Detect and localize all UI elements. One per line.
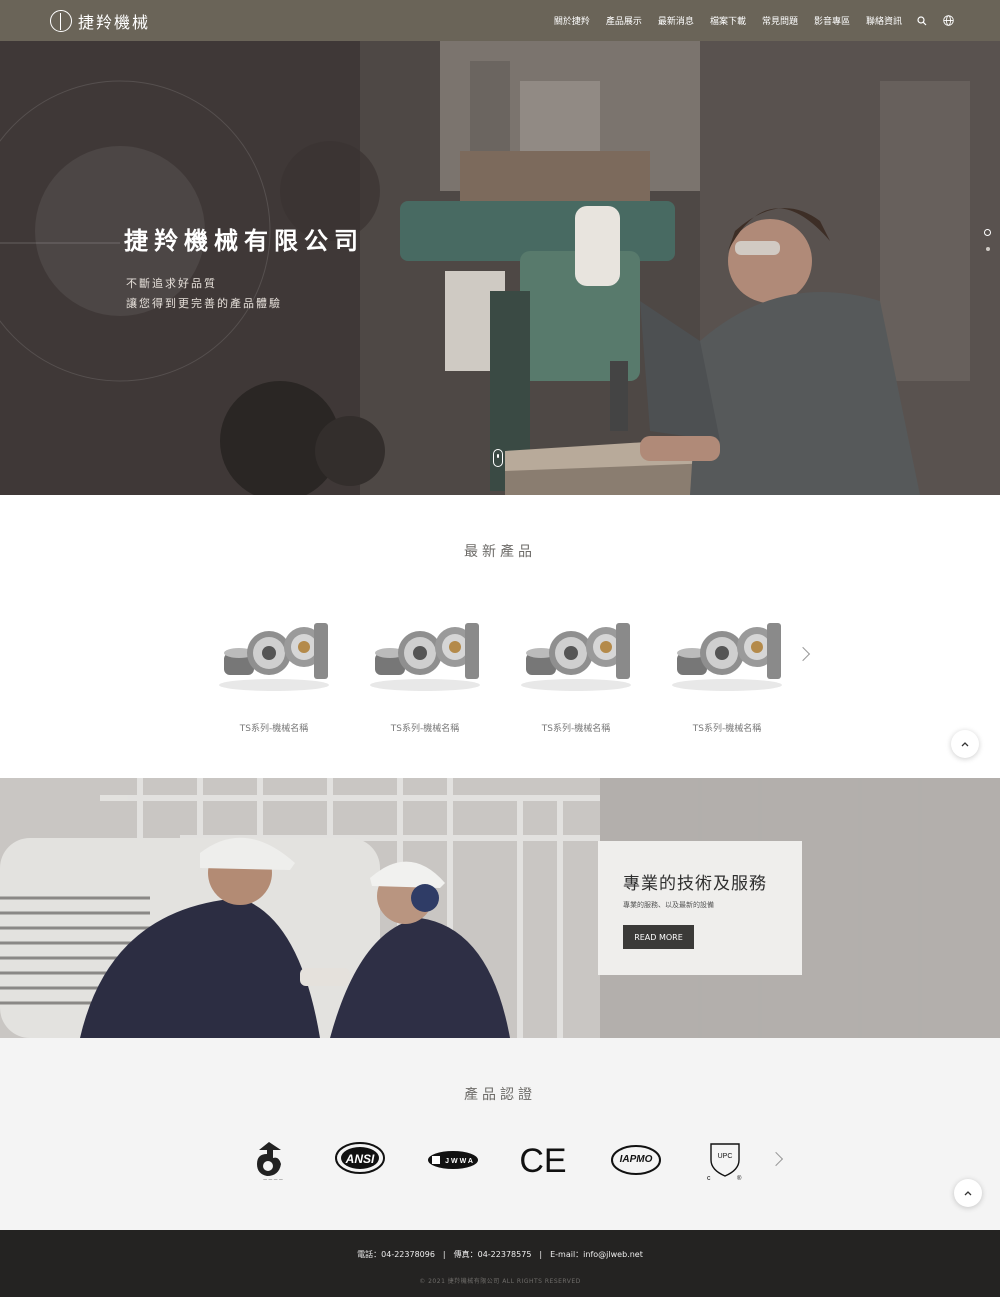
site-header: 捷羚機械 關於捷羚 產品展示 最新消息 檔案下載 常見問題 影音專區 聯絡資訊 (0, 0, 1000, 41)
nav-item-about[interactable]: 關於捷羚 (554, 14, 590, 27)
svg-text:— — — —: — — — — (263, 1177, 283, 1182)
product-image (672, 623, 782, 691)
hero-banner: 捷羚機械有限公司 不斷追求好品質 讓您得到更完善的產品體驗 (0, 41, 1000, 495)
svg-text:JWWA: JWWA (445, 1158, 475, 1165)
footer-contact-info: 電話：04-22378096 | 傳真：04-22378575 | E-mail… (357, 1250, 643, 1259)
hero-subtitle-line-2: 讓您得到更完善的產品體驗 (126, 297, 282, 310)
brand-name: 捷羚機械 (78, 13, 151, 32)
back-to-top-button[interactable] (954, 1179, 982, 1207)
slide-dot-active[interactable] (984, 229, 991, 236)
cert-jwwa-logo: JWWA (425, 1138, 481, 1182)
product-image (370, 623, 480, 691)
nav-item-news[interactable]: 最新消息 (658, 14, 694, 27)
svg-text:ANSI: ANSI (345, 1152, 375, 1166)
search-icon[interactable] (916, 15, 928, 27)
nav-item-products[interactable]: 產品展示 (606, 14, 642, 27)
cert-ansi-logo: ANSI (332, 1138, 388, 1182)
nav-item-contact[interactable]: 聯絡資訊 (866, 14, 902, 27)
nav-item-videos[interactable]: 影音專區 (814, 14, 850, 27)
footer-copyright: © 2021 捷羚機械有限公司 ALL RIGHTS RESERVED (419, 1278, 581, 1285)
nav-item-faq[interactable]: 常見問題 (762, 14, 798, 27)
svg-text:®: ® (737, 1175, 742, 1182)
product-card[interactable]: TS系列-機械名稱 (214, 615, 334, 734)
cert-ce-logo: CE (515, 1138, 571, 1182)
product-card[interactable]: TS系列-機械名稱 (365, 615, 485, 734)
site-logo[interactable]: 捷羚機械 (50, 9, 150, 33)
product-name: TS系列-機械名稱 (692, 724, 762, 734)
products-next-arrow-icon[interactable] (795, 646, 811, 662)
scroll-down-icon[interactable] (493, 449, 503, 467)
cert-iapmo-logo: IAPMO (608, 1138, 664, 1182)
hero-background-image (0, 41, 1000, 495)
chevron-up-icon (964, 1191, 972, 1196)
hero-title: 捷羚機械有限公司 (124, 227, 364, 255)
product-card[interactable]: TS系列-機械名稱 (516, 615, 636, 734)
certs-next-arrow-icon[interactable] (768, 1151, 784, 1167)
service-background-image (0, 778, 1000, 1038)
back-to-top-button[interactable] (951, 730, 979, 758)
read-more-button[interactable]: READ MORE (623, 925, 694, 949)
svg-text:c: c (707, 1175, 711, 1182)
product-name: TS系列-機械名稱 (390, 724, 460, 734)
product-card[interactable]: TS系列-機械名稱 (667, 615, 787, 734)
svg-text:UPC: UPC (718, 1153, 733, 1160)
hero-subtitle-line-1: 不斷追求好品質 (126, 277, 217, 290)
service-card: 專業的技術及服務 專業的服務、以及最新的設備 READ MORE (598, 841, 802, 975)
product-image (521, 623, 631, 691)
product-name: TS系列-機械名稱 (239, 724, 309, 734)
site-footer: 電話：04-22378096 | 傳真：04-22378575 | E-mail… (0, 1230, 1000, 1297)
main-nav: 關於捷羚 產品展示 最新消息 檔案下載 常見問題 影音專區 聯絡資訊 (538, 0, 954, 41)
nav-item-downloads[interactable]: 檔案下載 (710, 14, 746, 27)
product-image (219, 623, 329, 691)
svg-text:IAPMO: IAPMO (620, 1154, 653, 1165)
globe-icon[interactable] (942, 15, 954, 27)
certifications-section: 產品認證 — — — — ANSI JWWA CE IAPMO UPC c ® (0, 1038, 1000, 1230)
product-name: TS系列-機械名稱 (541, 724, 611, 734)
service-description: 專業的服務、以及最新的設備 (623, 901, 714, 909)
svg-text:CE: CE (519, 1142, 566, 1180)
service-title: 專業的技術及服務 (623, 874, 767, 894)
latest-products-section: 最新產品 TS系列-機械名稱 TS系列-機械名稱 TS系列-機械名稱 TS系列-… (0, 495, 1000, 778)
products-section-title: 最新產品 (464, 544, 536, 560)
chevron-up-icon (961, 742, 969, 747)
logo-mark-icon (50, 10, 72, 32)
cert-logo-mark-icon: — — — — (245, 1138, 301, 1182)
cert-upc-logo: UPC c ® (697, 1138, 753, 1182)
certs-section-title: 產品認證 (464, 1087, 536, 1103)
service-banner: 專業的技術及服務 專業的服務、以及最新的設備 READ MORE (0, 778, 1000, 1038)
slide-dot[interactable] (986, 247, 990, 251)
